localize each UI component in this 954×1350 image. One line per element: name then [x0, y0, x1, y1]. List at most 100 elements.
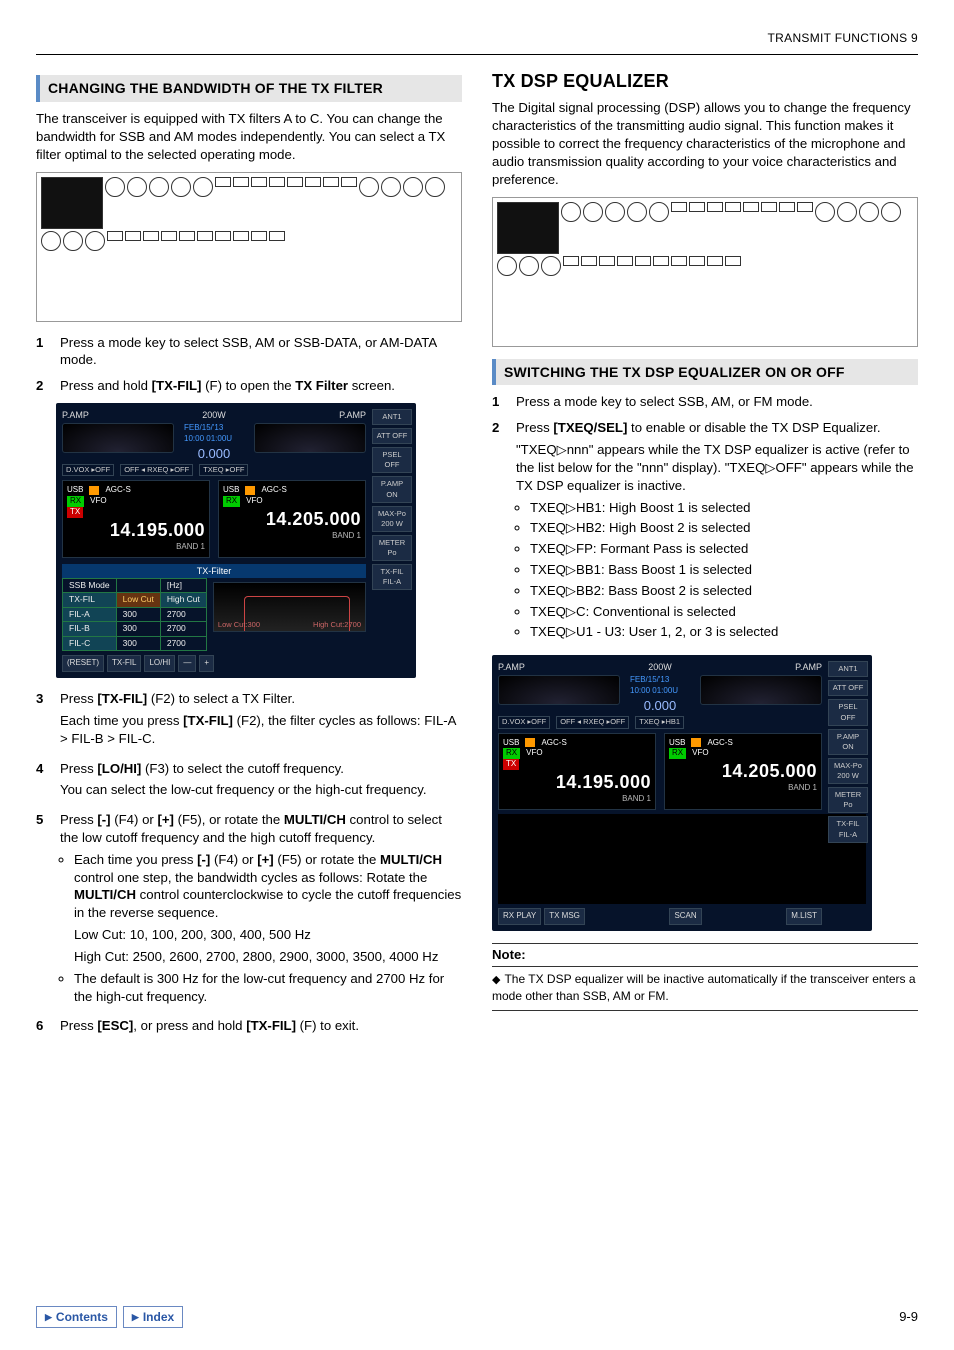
t: Press and hold	[60, 378, 152, 393]
note-body: ◆The TX DSP equalizer will be inactive a…	[492, 967, 918, 1011]
meter-b	[254, 423, 366, 453]
ss-subfreq: 0.000	[630, 697, 690, 715]
row: FIL-B	[63, 622, 117, 636]
t: (F4) or	[210, 852, 257, 867]
key-esc: [ESC]	[97, 1018, 133, 1033]
freq-a: 14.195.000	[503, 770, 651, 794]
t: to enable or disable the TX DSP Equalize…	[627, 420, 880, 435]
t: (F5) or rotate the	[274, 852, 380, 867]
meter-b	[700, 675, 822, 705]
side-ant: ANT1	[828, 661, 868, 677]
mode-usb: USB	[669, 738, 685, 749]
rx-badge: RX	[67, 496, 84, 507]
ss-rxeq: OFF ◂ RXEQ ▸OFF	[120, 464, 193, 476]
key-plus: [+]	[157, 812, 173, 827]
ss-pamp-a: P.AMP	[62, 409, 89, 421]
cell: 2700	[160, 622, 206, 636]
meter-a	[62, 423, 174, 453]
fkey-txmsg: TX MSG	[544, 908, 585, 925]
page-number: 9-9	[899, 1308, 918, 1326]
section-tx-dsp-equalizer: TX DSP EQUALIZER	[492, 69, 918, 93]
freq-b: 14.205.000	[669, 759, 817, 783]
note-heading: Note:	[492, 943, 918, 967]
band-b: BAND 1	[223, 531, 361, 542]
cell: 300	[116, 607, 160, 621]
index-link[interactable]: Index	[123, 1306, 183, 1328]
side-psel: PSEL OFF	[828, 699, 868, 725]
step-6: 6 Press [ESC], or press and hold [TX-FIL…	[36, 1017, 462, 1035]
side-txfil: TX-FIL FIL-A	[372, 564, 412, 590]
bullet: Each time you press [-] (F4) or [+] (F5)…	[74, 851, 462, 966]
freq-a: 14.195.000	[67, 518, 205, 542]
cell: 2700	[160, 636, 206, 650]
t: Press	[516, 420, 553, 435]
eq-option: TXEQ▷BB2: Bass Boost 2 is selected	[530, 582, 918, 600]
page-header: TRANSMIT FUNCTIONS 9	[36, 30, 918, 46]
left-column: CHANGING THE BANDWIDTH OF THE TX FILTER …	[36, 69, 462, 1290]
tx-filter-screen-capture: ANT1 ATT OFF PSEL OFF P.AMP ON MAX-Po 20…	[56, 403, 416, 678]
contents-link[interactable]: Contents	[36, 1306, 117, 1328]
intro-paragraph: The Digital signal processing (DSP) allo…	[492, 99, 918, 188]
t: (F) to open the	[201, 378, 295, 393]
waterfall-area	[498, 814, 866, 904]
ss-pow: 200W	[202, 409, 226, 421]
ss-txeq: TXEQ ▸HB1	[635, 716, 684, 728]
step-number: 2	[492, 419, 506, 647]
multi-ch: MULTI/CH	[284, 812, 346, 827]
fkey-minus: —	[178, 655, 196, 672]
vfo-label: VFO	[526, 748, 542, 759]
step-text: Press a mode key to select SSB, AM or SS…	[60, 334, 462, 370]
cell: 300	[116, 622, 160, 636]
th: SSB Mode	[63, 578, 117, 592]
diamond-bullet-icon: ◆	[492, 974, 500, 986]
fkey-plus: +	[199, 655, 214, 672]
warn-icon	[245, 486, 255, 495]
low-cut-values: Low Cut: 10, 100, 200, 300, 400, 500 Hz	[74, 926, 462, 944]
t: (F) to exit.	[296, 1018, 359, 1033]
rx-badge: RX	[223, 496, 240, 507]
eq-option: TXEQ▷BB1: Bass Boost 1 is selected	[530, 561, 918, 579]
side-psel: PSEL OFF	[372, 447, 412, 473]
t: Each time you press	[60, 713, 183, 728]
warn-icon	[89, 486, 99, 495]
side-pamp: P.AMP ON	[828, 729, 868, 755]
t: , or press and hold	[133, 1018, 246, 1033]
agc: AGC-S	[105, 485, 130, 496]
tx-badge: TX	[67, 507, 83, 518]
warn-icon	[691, 738, 701, 747]
t: Press	[60, 691, 97, 706]
ss-pow: 200W	[648, 661, 672, 673]
band-a: BAND 1	[503, 794, 651, 805]
step-number: 1	[36, 334, 50, 370]
note-text: The TX DSP equalizer will be inactive au…	[492, 972, 916, 1003]
side-ant: ANT1	[372, 409, 412, 425]
agc: AGC-S	[261, 485, 286, 496]
filter-table: SSB Mode[Hz] TX-FILLow CutHigh Cut FIL-A…	[62, 578, 207, 651]
vfo-label: VFO	[692, 748, 708, 759]
ss-dvox: D.VOX ▸OFF	[498, 716, 550, 728]
step-text: Press and hold [TX-FIL] (F) to open the …	[60, 377, 462, 395]
ss-pamp-b: P.AMP	[339, 409, 366, 421]
key-lohi: [LO/HI]	[97, 761, 141, 776]
mode-usb: USB	[503, 738, 519, 749]
row: FIL-A	[63, 607, 117, 621]
cell: 300	[116, 636, 160, 650]
multi-ch: MULTI/CH	[380, 852, 442, 867]
mode-usb: USB	[223, 485, 239, 496]
step-1: 1 Press a mode key to select SSB, AM or …	[36, 334, 462, 370]
ss-rxeq: OFF ◂ RXEQ ▸OFF	[556, 716, 629, 728]
freq-b: 14.205.000	[223, 507, 361, 531]
th: [Hz]	[160, 578, 206, 592]
bullet: The default is 300 Hz for the low-cut fr…	[74, 970, 462, 1006]
eq-option: TXEQ▷C: Conventional is selected	[530, 603, 918, 621]
side-meter: METER Po	[828, 787, 868, 813]
step-number: 5	[36, 811, 50, 1009]
transceiver-front-panel-illustration	[36, 172, 462, 322]
high-cut-values: High Cut: 2500, 2600, 2700, 2800, 2900, …	[74, 948, 462, 966]
key-tx-fil: [TX-FIL]	[97, 691, 147, 706]
chart-high-label: High Cut:2700	[313, 620, 361, 630]
tx-badge: TX	[503, 759, 519, 770]
fkey-txfil: TX-FIL	[107, 655, 141, 672]
chart-low-label: Low Cut:300	[218, 620, 260, 630]
vfo-a: USBAGC-S RXVFO TX 14.195.000 BAND 1	[498, 733, 656, 810]
